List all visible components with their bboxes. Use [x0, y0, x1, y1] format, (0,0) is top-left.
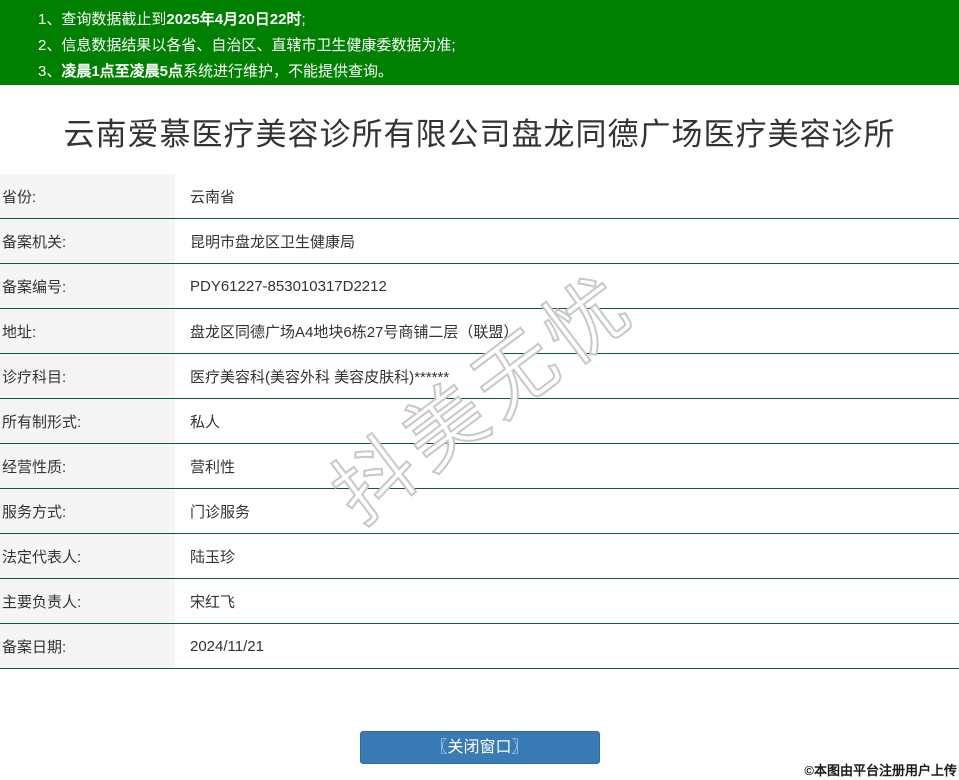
row-label: 备案日期: — [0, 624, 175, 668]
row-value: 陆玉珍 — [175, 534, 959, 578]
row-value: 2024/11/21 — [175, 624, 959, 668]
row-value: 宋红飞 — [175, 579, 959, 623]
row-label: 所有制形式: — [0, 399, 175, 443]
table-row-address: 地址: 盘龙区同德广场A4地块6栋27号商铺二层（联盟） — [0, 309, 959, 354]
row-value: 云南省 — [175, 174, 959, 218]
row-value: 医疗美容科(美容外科 美容皮肤科)****** — [175, 354, 959, 398]
row-label: 服务方式: — [0, 489, 175, 533]
notice-3-bold: 凌晨1点至凌晨5点 — [61, 63, 184, 80]
row-label: 省份: — [0, 174, 175, 218]
row-value: 盘龙区同德广场A4地块6栋27号商铺二层（联盟） — [175, 309, 959, 353]
notice-line-2: 2、信息数据结果以各省、自治区、直辖市卫生健康委数据为准; — [38, 33, 939, 59]
table-row-province: 省份: 云南省 — [0, 174, 959, 219]
notice-banner: 1、查询数据截止到2025年4月20日22时; 2、信息数据结果以各省、自治区、… — [0, 0, 959, 85]
row-label: 地址: — [0, 309, 175, 353]
notice-2-text: 信息数据结果以各省、自治区、直辖市卫生健康委数据为准; — [61, 37, 456, 54]
notice-1-number: 1、 — [38, 11, 62, 28]
notice-line-1: 1、查询数据截止到2025年4月20日22时; — [38, 7, 939, 33]
notice-3-suffix: 系统进行维护，不能提供查询。 — [183, 63, 394, 80]
table-row-business-nature: 经营性质: 营利性 — [0, 444, 959, 489]
row-label: 诊疗科目: — [0, 354, 175, 398]
row-value: PDY61227-853010317D2212 — [175, 264, 959, 308]
table-row-principal: 主要负责人: 宋红飞 — [0, 579, 959, 624]
row-label: 法定代表人: — [0, 534, 175, 578]
page-title: 云南爱慕医疗美容诊所有限公司盘龙同德广场医疗美容诊所 — [63, 117, 896, 152]
table-row-ownership-form: 所有制形式: 私人 — [0, 399, 959, 444]
table-row-service-mode: 服务方式: 门诊服务 — [0, 489, 959, 534]
notice-2-number: 2、 — [38, 37, 62, 54]
table-row-treatment-subjects: 诊疗科目: 医疗美容科(美容外科 美容皮肤科)****** — [0, 354, 959, 399]
close-window-button[interactable]: 〖关闭窗口〗 — [359, 731, 600, 764]
notice-line-3: 3、凌晨1点至凌晨5点系统进行维护，不能提供查询。 — [38, 59, 939, 85]
table-row-filing-date: 备案日期: 2024/11/21 — [0, 624, 959, 669]
row-value: 昆明市盘龙区卫生健康局 — [175, 219, 959, 263]
notice-1-suffix: ; — [301, 11, 306, 28]
row-value: 门诊服务 — [175, 489, 959, 533]
row-label: 主要负责人: — [0, 579, 175, 623]
notice-1-text: 查询数据截止到 — [61, 11, 167, 28]
table-row-legal-representative: 法定代表人: 陆玉珍 — [0, 534, 959, 579]
notice-3-number: 3、 — [38, 63, 62, 80]
row-value: 私人 — [175, 399, 959, 443]
row-label: 备案机关: — [0, 219, 175, 263]
row-label: 备案编号: — [0, 264, 175, 308]
table-row-filing-number: 备案编号: PDY61227-853010317D2212 — [0, 264, 959, 309]
copyright-stamp: ©本图由平台注册用户上传 — [804, 763, 957, 778]
notice-1-bold: 2025年4月20日22时 — [166, 11, 302, 28]
table-row-filing-authority: 备案机关: 昆明市盘龙区卫生健康局 — [0, 219, 959, 264]
record-table: 省份: 云南省 备案机关: 昆明市盘龙区卫生健康局 备案编号: PDY61227… — [0, 174, 959, 669]
row-label: 经营性质: — [0, 444, 175, 488]
row-value: 营利性 — [175, 444, 959, 488]
